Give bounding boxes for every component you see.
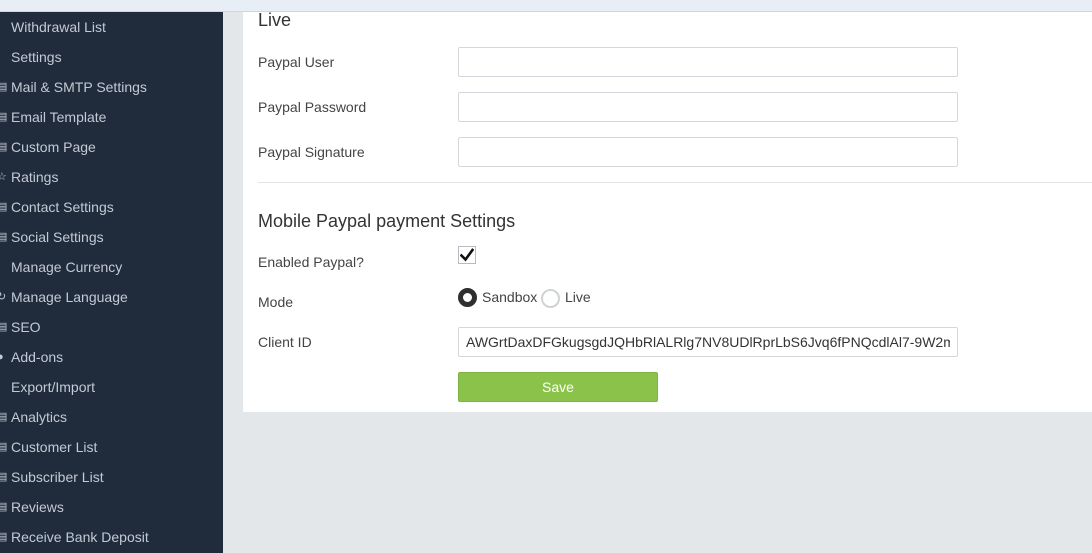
save-button[interactable]: Save	[458, 372, 658, 402]
sidebar-item-label: Subscriber List	[11, 469, 104, 485]
sidebar-item-manage-language[interactable]: ↻ Manage Language	[0, 282, 223, 312]
mode-live-label[interactable]: Live	[565, 289, 591, 305]
enabled-paypal-label: Enabled Paypal?	[258, 254, 364, 270]
sidebar-item-reviews[interactable]: ▤ Reviews	[0, 492, 223, 522]
list-icon: ▤	[0, 531, 8, 543]
sidebar-item-label: Manage Language	[11, 289, 128, 305]
list-icon: ▤	[0, 81, 8, 93]
sidebar-item-manage-currency[interactable]: Manage Currency	[0, 252, 223, 282]
mode-sandbox-radio[interactable]	[458, 288, 477, 307]
sidebar-item-label: Manage Currency	[11, 259, 123, 275]
sidebar-item-custom-page[interactable]: ▤ Custom Page	[0, 132, 223, 162]
paypal-user-input[interactable]	[458, 47, 958, 77]
sidebar-item-label: Social Settings	[11, 229, 104, 245]
checkmark-icon	[460, 248, 474, 262]
sidebar-item-label: Contact Settings	[11, 199, 114, 215]
sidebar-item-label: Analytics	[11, 409, 68, 425]
sidebar-item-export-import[interactable]: Export/Import	[0, 372, 223, 402]
mode-label: Mode	[258, 294, 294, 310]
sidebar-item-mail-smtp-settings[interactable]: ▤ Mail & SMTP Settings	[0, 72, 223, 102]
sidebar-item-social-settings[interactable]: ▤ Social Settings	[0, 222, 223, 252]
sidebar-item-label: Withdrawal List	[11, 19, 106, 35]
list-icon: ▤	[0, 231, 8, 243]
sidebar-item-contact-settings[interactable]: ▤ Contact Settings	[0, 192, 223, 222]
sidebar-item-withdrawal-list[interactable]: Withdrawal List	[0, 12, 223, 42]
list-icon: ▤	[0, 471, 8, 483]
sidebar-item-label: Customer List	[11, 439, 98, 455]
paypal-settings-panel: Live Paypal User Paypal Password Paypal …	[243, 10, 1092, 412]
paypal-signature-label: Paypal Signature	[258, 144, 365, 160]
paypal-password-input[interactable]	[458, 92, 958, 122]
sidebar-item-label: Mail & SMTP Settings	[11, 79, 147, 95]
sidebar-item-label: Export/Import	[11, 379, 96, 395]
sidebar-item-label: Ratings	[11, 169, 59, 185]
star-icon: ☆	[0, 171, 7, 183]
sidebar-item-email-template[interactable]: ▤ Email Template	[0, 102, 223, 132]
list-icon: ▤	[0, 111, 8, 123]
paypal-user-label: Paypal User	[258, 54, 335, 70]
sidebar-item-label: Add-ons	[11, 349, 64, 365]
sidebar-item-customer-list[interactable]: ▤ Customer List	[0, 432, 223, 462]
sidebar-item-ratings[interactable]: ☆ Ratings	[0, 162, 223, 192]
section-divider	[258, 182, 1092, 183]
sidebar-item-label: Custom Page	[11, 139, 96, 155]
sidebar-item-label: Email Template	[11, 109, 107, 125]
client-id-input[interactable]	[458, 327, 958, 357]
sidebar-item-settings[interactable]: Settings	[0, 42, 223, 72]
admin-sidebar: Withdrawal List Settings ▤ Mail & SMTP S…	[0, 12, 223, 553]
list-icon: ▤	[0, 501, 8, 513]
list-icon: ▤	[0, 321, 8, 333]
sidebar-item-label: Receive Bank Deposit	[11, 529, 149, 545]
list-icon: ▤	[0, 201, 8, 213]
paypal-signature-input[interactable]	[458, 137, 958, 167]
paypal-password-label: Paypal Password	[258, 99, 367, 115]
sidebar-item-subscriber-list[interactable]: ▤ Subscriber List	[0, 462, 223, 492]
list-icon: ▤	[0, 141, 8, 153]
circle-icon: ●	[0, 351, 4, 363]
mobile-paypal-section-heading: Mobile Paypal payment Settings	[258, 211, 516, 231]
enabled-paypal-checkbox[interactable]	[458, 246, 476, 264]
sidebar-item-label: Settings	[11, 49, 62, 65]
sidebar-item-analytics[interactable]: ▤ Analytics	[0, 402, 223, 432]
sidebar-item-add-ons[interactable]: ● Add-ons	[0, 342, 223, 372]
client-id-label: Client ID	[258, 334, 312, 350]
mode-live-radio[interactable]	[541, 289, 560, 308]
live-section-heading: Live	[258, 10, 292, 30]
sidebar-item-receive-bank-deposit[interactable]: ▤ Receive Bank Deposit	[0, 522, 223, 552]
language-icon: ↻	[0, 291, 7, 303]
sidebar-item-label: SEO	[11, 319, 41, 335]
list-icon: ▤	[0, 441, 8, 453]
mode-sandbox-label[interactable]: Sandbox	[482, 289, 537, 305]
sidebar-item-seo[interactable]: ▤ SEO	[0, 312, 223, 342]
browser-top-strip	[0, 0, 1092, 12]
sidebar-item-label: Reviews	[11, 499, 64, 515]
list-icon: ▤	[0, 411, 8, 423]
